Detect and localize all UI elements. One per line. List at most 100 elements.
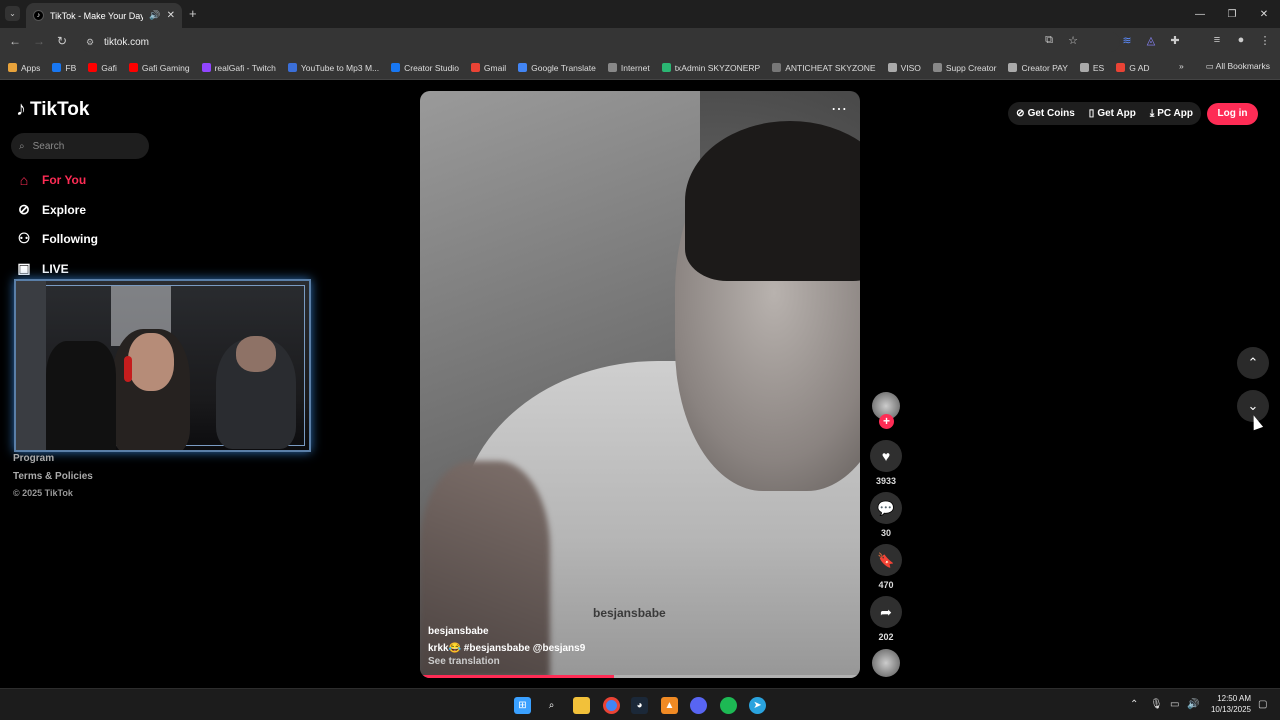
- tab-audio-icon[interactable]: 🔊: [149, 10, 160, 21]
- search-icon[interactable]: ⌕: [543, 697, 560, 714]
- bookmark-item[interactable]: Gafi Gaming: [128, 63, 190, 73]
- bookmark-item[interactable]: VISO: [887, 63, 921, 73]
- nav-following[interactable]: ⚇ Following: [16, 230, 98, 247]
- video-username[interactable]: besjansbabe: [428, 626, 489, 637]
- bookmark-label: txAdmin SKYZONERP: [674, 62, 761, 73]
- previous-video-button[interactable]: ⌃: [1237, 347, 1269, 379]
- see-translation-link[interactable]: See translation: [428, 656, 500, 667]
- search-placeholder: Search: [32, 140, 65, 152]
- bookmark-favicon-icon: [128, 63, 138, 72]
- clock-date: 10/13/2025: [1210, 705, 1251, 714]
- nav-for-you[interactable]: ⌂ For You: [16, 172, 86, 188]
- bookmark-item[interactable]: Google Translate: [518, 63, 596, 73]
- network-icon[interactable]: ▭: [1170, 699, 1179, 710]
- get-app-button[interactable]: ▯ Get App: [1089, 108, 1136, 119]
- notification-icon[interactable]: ▢: [1258, 699, 1267, 710]
- bookmarks-overflow-icon[interactable]: »: [1179, 61, 1184, 72]
- app-icon[interactable]: ▲: [661, 697, 678, 714]
- music-disc-avatar[interactable]: [872, 649, 900, 677]
- following-icon: ⚇: [17, 230, 31, 246]
- install-app-icon[interactable]: ⧉: [1042, 34, 1056, 47]
- bookmark-item[interactable]: realGafi - Twitch: [201, 63, 276, 73]
- search-icon: ⌕: [19, 140, 25, 152]
- all-bookmarks-folder[interactable]: ▭ All Bookmarks: [1206, 61, 1270, 72]
- microphone-icon[interactable]: 🎙: [1150, 699, 1163, 710]
- bookmark-star-icon[interactable]: ☆: [1066, 34, 1080, 47]
- bookmark-favicon-icon: [391, 63, 401, 72]
- footer-program-link[interactable]: Program: [13, 453, 54, 464]
- nav-explore[interactable]: ⊘ Explore: [16, 201, 86, 218]
- bookmark-item[interactable]: txAdmin SKYZONERP: [661, 62, 761, 73]
- bookmark-item[interactable]: Gmail: [470, 63, 506, 73]
- browser-tab[interactable]: ♪ TikTok - Make Your Day 🔊 ✕: [26, 3, 182, 28]
- telegram-icon[interactable]: ➤: [749, 697, 766, 714]
- file-explorer-icon[interactable]: [573, 697, 590, 714]
- gaming-chair: [46, 341, 116, 450]
- follow-plus-button[interactable]: +: [879, 414, 894, 429]
- bookmark-favicon-icon: [1116, 63, 1126, 72]
- bookmark-label: FB: [65, 62, 77, 73]
- comment-button[interactable]: 💬: [870, 492, 902, 524]
- bookmark-item[interactable]: Apps: [8, 63, 40, 73]
- bookmark-label: G AD: [1129, 62, 1150, 73]
- bookmark-favicon-icon: [607, 63, 617, 72]
- tiktok-logo[interactable]: ♪ TikTok: [16, 98, 89, 121]
- bookmark-label: YouTube to Mp3 M...: [300, 62, 380, 73]
- bookmark-item[interactable]: Internet: [607, 63, 650, 73]
- media-control-icon[interactable]: ≡: [1210, 34, 1224, 47]
- extensions-puzzle-icon[interactable]: ✚: [1168, 34, 1182, 47]
- profile-avatar-icon[interactable]: ●: [1234, 34, 1248, 47]
- minimize-button[interactable]: —: [1184, 0, 1216, 28]
- like-button[interactable]: ♥: [870, 440, 902, 472]
- share-icon: ➦: [880, 603, 892, 620]
- bookmark-item[interactable]: Creator PAY: [1008, 63, 1068, 73]
- volume-icon[interactable]: 🔊: [1187, 699, 1199, 710]
- video-progress-bar[interactable]: [420, 675, 860, 678]
- bookmark-item[interactable]: Gafi: [88, 63, 117, 73]
- coin-icon: ⊘: [1016, 108, 1025, 119]
- save-button[interactable]: 🔖: [870, 544, 902, 576]
- bookmark-icon: 🔖: [877, 551, 895, 568]
- chrome-icon[interactable]: [603, 697, 620, 714]
- spotify-icon[interactable]: [720, 697, 737, 714]
- bookmark-item[interactable]: FB: [52, 63, 76, 73]
- bookmark-item[interactable]: ES: [1079, 63, 1104, 73]
- steam-icon[interactable]: ◕: [631, 697, 648, 714]
- bookmark-item[interactable]: G AD: [1116, 62, 1150, 73]
- restore-button[interactable]: ❐: [1216, 0, 1248, 28]
- heart-icon: ♥: [881, 448, 891, 464]
- windows-start-icon[interactable]: ⊞: [514, 697, 531, 714]
- extension-icon[interactable]: ≋: [1120, 34, 1134, 47]
- login-button[interactable]: Log in: [1207, 102, 1258, 125]
- forward-icon[interactable]: →: [33, 34, 45, 48]
- search-input[interactable]: ⌕ Search: [11, 133, 149, 159]
- save-count: 470: [878, 580, 894, 590]
- nav-live[interactable]: ▣ LIVE: [16, 260, 68, 277]
- back-icon[interactable]: ←: [9, 34, 21, 48]
- discord-icon[interactable]: [690, 697, 707, 714]
- footer-terms-link[interactable]: Terms & Policies: [13, 471, 93, 482]
- bookmark-label: Apps: [21, 62, 41, 73]
- get-coins-button[interactable]: ⊘ Get Coins: [1016, 108, 1075, 119]
- compass-icon: ⊘: [18, 201, 30, 217]
- bookmark-item[interactable]: Creator Studio: [391, 63, 459, 73]
- video-player[interactable]: besjansbabe ⋯ besjansbabe krkk😂 #besjans…: [420, 91, 860, 678]
- bookmark-item[interactable]: YouTube to Mp3 M...: [287, 62, 380, 73]
- site-info-icon[interactable]: ⚙: [86, 37, 94, 48]
- tab-search-button[interactable]: ⌄: [5, 6, 20, 21]
- bookmark-item[interactable]: Supp Creator: [932, 63, 996, 73]
- chrome-menu-icon[interactable]: ⋮: [1258, 34, 1272, 47]
- extension-icon[interactable]: ◬: [1144, 34, 1158, 47]
- tray-expand-icon[interactable]: ⌃: [1130, 699, 1138, 710]
- address-bar[interactable]: ⚙ tiktok.com: [80, 32, 1120, 52]
- pc-app-button[interactable]: ⤓ PC App: [1150, 108, 1193, 119]
- reload-icon[interactable]: ↻: [57, 34, 67, 48]
- share-button[interactable]: ➦: [870, 596, 902, 628]
- live-icon: ▣: [17, 260, 31, 276]
- new-tab-button[interactable]: +: [189, 6, 197, 21]
- close-window-button[interactable]: ✕: [1248, 0, 1280, 28]
- tab-close-icon[interactable]: ✕: [167, 10, 175, 21]
- more-options-icon[interactable]: ⋯: [831, 99, 848, 119]
- bookmark-item[interactable]: ANTICHEAT SKYZONE: [772, 63, 876, 73]
- clock[interactable]: 12:50 AM 10/13/2025: [1211, 693, 1251, 715]
